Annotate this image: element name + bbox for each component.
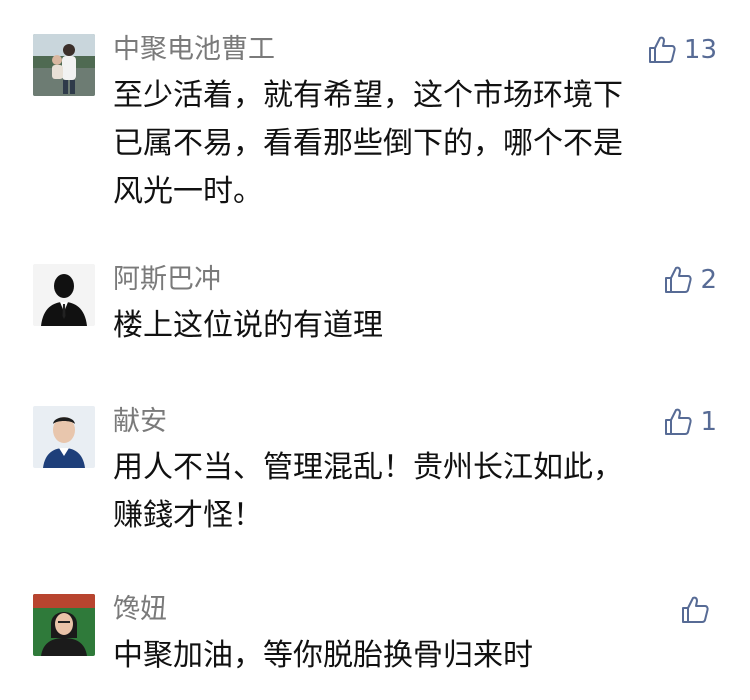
comment-nickname[interactable]: 馋妞: [113, 592, 167, 628]
comment-nickname[interactable]: 中聚电池曹工: [113, 32, 275, 68]
thumbs-up-icon: [682, 596, 709, 623]
avatar[interactable]: [33, 406, 95, 468]
thumbs-up-icon: [665, 266, 693, 293]
comment-text: 中聚加油，等你脱胎换骨归来时: [113, 638, 533, 673]
like-count: 2: [700, 265, 717, 295]
like-button[interactable]: [679, 592, 717, 628]
comment-nickname[interactable]: 献安: [113, 404, 167, 440]
thumbs-up-icon: [648, 36, 676, 63]
comment-text: 用人不当、管理混乱！贵州长江如此， 赚錢才怪！: [113, 450, 623, 533]
comment-text: 至少活着，就有希望，这个市场环境下 已属不易，看看那些倒下的，哪个不是 风光一时…: [113, 78, 623, 209]
like-button[interactable]: 13: [646, 32, 717, 68]
like-button[interactable]: 2: [662, 262, 717, 298]
like-count: 1: [700, 407, 717, 437]
avatar[interactable]: [33, 264, 95, 326]
comment-text: 楼上这位说的有道理: [113, 308, 383, 343]
avatar[interactable]: [33, 594, 95, 656]
comment-nickname[interactable]: 阿斯巴冲: [113, 262, 221, 298]
thumbs-up-icon: [665, 408, 693, 435]
like-count: 13: [683, 35, 717, 65]
like-button[interactable]: 1: [662, 404, 717, 440]
avatar[interactable]: [33, 34, 95, 96]
